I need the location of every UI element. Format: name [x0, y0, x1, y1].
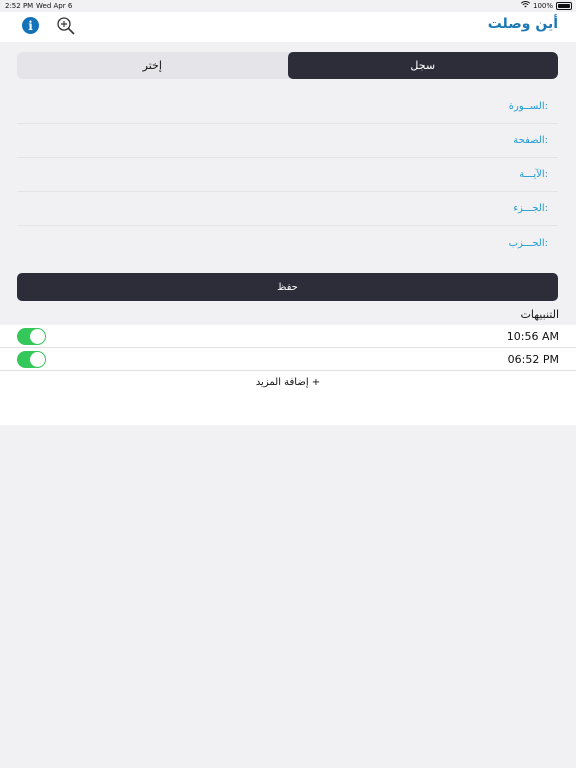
alert-toggle[interactable]: [17, 328, 46, 345]
battery-percent: 100%: [532, 1, 553, 10]
alert-row: 10:56 AM: [0, 325, 576, 348]
page-field[interactable]: الصفحة:: [17, 124, 558, 158]
zoom-in-icon[interactable]: [56, 16, 76, 36]
status-date: Wed Apr 6: [36, 2, 73, 10]
segment-choose[interactable]: إختر: [17, 52, 288, 79]
status-right: 100%: [520, 1, 572, 10]
position-form: الســورة: الصفحة: الآيـــة: الجـــزء: ال…: [17, 90, 558, 262]
status-bar: 2:52 PM Wed Apr 6 100%: [0, 0, 576, 12]
toggle-knob: [30, 329, 45, 344]
segment-record[interactable]: سجل: [287, 52, 558, 79]
add-more-button[interactable]: إضافة المزيد +: [0, 377, 576, 388]
segmented-control: إختر سجل: [17, 52, 558, 79]
hizb-field[interactable]: الحـــزب:: [17, 226, 558, 260]
wifi-icon: [520, 1, 531, 10]
navigation-bar: i أين وصلت: [0, 12, 576, 42]
surah-label: الســورة:: [508, 101, 548, 112]
alert-time[interactable]: 06:52 PM: [508, 353, 559, 366]
info-icon[interactable]: i: [22, 17, 39, 34]
juz-label: الجـــزء:: [513, 203, 548, 214]
juz-field[interactable]: الجـــزء:: [17, 192, 558, 226]
status-time: 2:52 PM: [5, 2, 34, 10]
alerts-list: 10:56 AM 06:52 PM إضافة المزيد +: [0, 325, 576, 425]
alerts-header: التنبيهات: [520, 308, 559, 321]
alert-time[interactable]: 10:56 AM: [507, 330, 559, 343]
page-title: أين وصلت: [487, 16, 558, 32]
page-label: الصفحة:: [513, 135, 548, 146]
ayah-label: الآيـــة:: [519, 169, 548, 180]
save-button[interactable]: حفظ: [17, 273, 558, 301]
surah-field[interactable]: الســورة:: [17, 90, 558, 124]
ayah-field[interactable]: الآيـــة:: [17, 158, 558, 192]
alert-toggle[interactable]: [17, 351, 46, 368]
alert-row: 06:52 PM: [0, 348, 576, 371]
toggle-knob: [30, 352, 45, 367]
hizb-label: الحـــزب:: [508, 237, 548, 249]
battery-icon: [556, 1, 572, 10]
